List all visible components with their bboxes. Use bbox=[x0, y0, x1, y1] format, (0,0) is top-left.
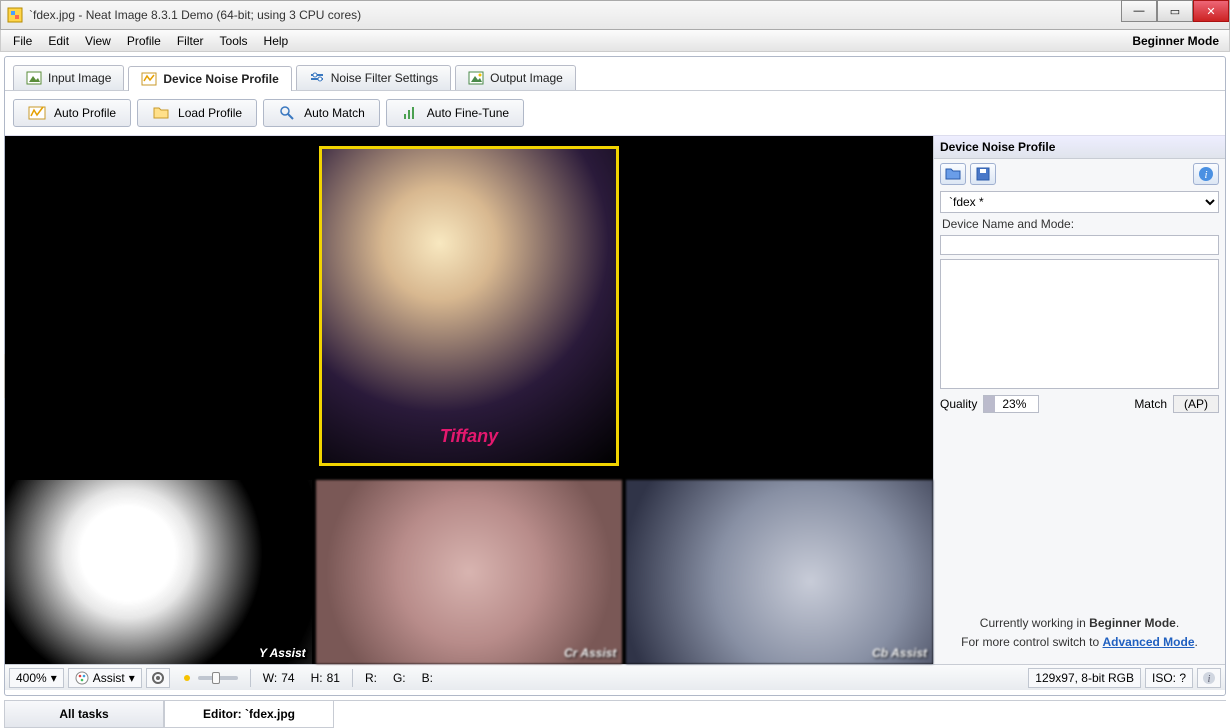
menu-profile[interactable]: Profile bbox=[119, 32, 169, 50]
info-button[interactable]: i bbox=[1193, 163, 1219, 185]
pixel-r: R: bbox=[359, 669, 383, 687]
match-label: Match bbox=[1134, 397, 1167, 411]
task-tabs: All tasks Editor: `fdex.jpg bbox=[4, 700, 1226, 728]
cb-assist-panel[interactable]: Cb Assist bbox=[626, 480, 933, 664]
gear-icon bbox=[151, 671, 165, 685]
image-icon bbox=[26, 70, 42, 86]
maximize-button[interactable]: ▭ bbox=[1157, 0, 1193, 22]
auto-profile-button[interactable]: Auto Profile bbox=[13, 99, 131, 127]
save-profile-button[interactable] bbox=[970, 163, 996, 185]
tab-input-image[interactable]: Input Image bbox=[13, 65, 124, 90]
brightness-slider[interactable] bbox=[174, 669, 244, 687]
titlebar: `fdex.jpg - Neat Image 8.3.1 Demo (64-bi… bbox=[0, 0, 1230, 30]
main-frame: ▶ Input Image Device Noise Profile Noise… bbox=[4, 56, 1226, 696]
svg-text:i: i bbox=[1204, 169, 1207, 181]
window-title: `fdex.jpg - Neat Image 8.3.1 Demo (64-bi… bbox=[29, 8, 1121, 22]
svg-text:i: i bbox=[1208, 674, 1211, 685]
status-bar: 400% ▾ Assist ▾ W:74 H:81 R: G: B: 129x9… bbox=[5, 664, 1225, 690]
image-dims: 129x97, 8-bit RGB bbox=[1028, 668, 1141, 688]
save-icon bbox=[975, 167, 991, 181]
button-label: Auto Fine-Tune bbox=[427, 106, 509, 120]
quality-value: 23% bbox=[983, 395, 1039, 413]
menu-help[interactable]: Help bbox=[256, 32, 297, 50]
profile-icon bbox=[141, 71, 157, 87]
match-value: (AP) bbox=[1173, 395, 1219, 413]
content-area: Y Assist Cr Assist Cb Assist Device Nois… bbox=[5, 136, 1225, 664]
assist-label: Y Assist bbox=[259, 646, 306, 660]
output-icon bbox=[468, 70, 484, 86]
open-profile-button[interactable] bbox=[940, 163, 966, 185]
assist-label: Cb Assist bbox=[872, 646, 927, 660]
load-profile-button[interactable]: Load Profile bbox=[137, 99, 257, 127]
auto-finetune-button[interactable]: Auto Fine-Tune bbox=[386, 99, 524, 127]
tab-all-tasks[interactable]: All tasks bbox=[4, 701, 164, 728]
profile-select[interactable]: `fdex * bbox=[940, 191, 1219, 213]
menu-view[interactable]: View bbox=[77, 32, 119, 50]
top-tabs: Input Image Device Noise Profile Noise F… bbox=[5, 57, 1225, 91]
selection-box[interactable] bbox=[319, 146, 619, 466]
close-button[interactable]: ✕ bbox=[1193, 0, 1229, 22]
sun-icon bbox=[180, 671, 194, 685]
button-label: Auto Match bbox=[304, 106, 365, 120]
tab-editor[interactable]: Editor: `fdex.jpg bbox=[164, 701, 334, 728]
chevron-down-icon: ▾ bbox=[51, 671, 57, 685]
device-name-label: Device Name and Mode: bbox=[934, 215, 1225, 233]
button-label: Auto Profile bbox=[54, 106, 116, 120]
chevron-down-icon: ▾ bbox=[129, 671, 135, 685]
auto-match-button[interactable]: Auto Match bbox=[263, 99, 380, 127]
folder-open-icon bbox=[152, 104, 170, 122]
preview-margin-left bbox=[5, 136, 115, 476]
mode-indicator[interactable]: Beginner Mode bbox=[1132, 34, 1225, 48]
profile-notes[interactable] bbox=[940, 259, 1219, 389]
assist-row: Y Assist Cr Assist Cb Assist bbox=[5, 476, 933, 664]
tab-label: Input Image bbox=[48, 71, 111, 85]
menu-edit[interactable]: Edit bbox=[40, 32, 77, 50]
finetune-icon bbox=[401, 104, 419, 122]
zoom-select[interactable]: 400% ▾ bbox=[9, 668, 64, 688]
advanced-mode-link[interactable]: Advanced Mode bbox=[1103, 635, 1195, 649]
tab-label: Device Noise Profile bbox=[163, 72, 278, 86]
selection-height: H:81 bbox=[305, 669, 346, 687]
auto-profile-icon bbox=[28, 104, 46, 122]
info-icon: i bbox=[1202, 671, 1216, 685]
menu-filter[interactable]: Filter bbox=[169, 32, 212, 50]
image-iso: ISO: ? bbox=[1145, 668, 1193, 688]
assist-label: Cr Assist bbox=[564, 646, 616, 660]
view-mode-select[interactable]: Assist ▾ bbox=[68, 668, 142, 688]
menubar: File Edit View Profile Filter Tools Help… bbox=[0, 30, 1230, 52]
mode-hint: Currently working in Beginner Mode. For … bbox=[934, 602, 1225, 664]
tab-noise-filter-settings[interactable]: Noise Filter Settings bbox=[296, 65, 451, 90]
preview-margin-right bbox=[833, 136, 933, 476]
pixel-g: G: bbox=[387, 669, 412, 687]
y-assist-panel[interactable]: Y Assist bbox=[5, 480, 312, 664]
auto-match-icon bbox=[278, 104, 296, 122]
preview-panel[interactable] bbox=[5, 136, 933, 476]
menu-tools[interactable]: Tools bbox=[212, 32, 256, 50]
quality-label: Quality bbox=[940, 397, 977, 411]
folder-icon bbox=[945, 167, 961, 181]
tab-device-noise-profile[interactable]: Device Noise Profile bbox=[128, 66, 291, 91]
profile-toolbar: Auto Profile Load Profile Auto Match Aut… bbox=[5, 91, 1225, 136]
cr-assist-panel[interactable]: Cr Assist bbox=[316, 480, 623, 664]
app-icon bbox=[7, 7, 23, 23]
tab-label: Noise Filter Settings bbox=[331, 71, 438, 85]
panel-title: Device Noise Profile bbox=[934, 136, 1225, 159]
tab-output-image[interactable]: Output Image bbox=[455, 65, 576, 90]
button-label: Load Profile bbox=[178, 106, 242, 120]
settings-icon bbox=[309, 70, 325, 86]
device-name-input[interactable] bbox=[940, 235, 1219, 255]
palette-icon bbox=[75, 671, 89, 685]
minimize-button[interactable]: — bbox=[1121, 0, 1157, 22]
info-small-button[interactable]: i bbox=[1197, 668, 1221, 688]
tab-label: Output Image bbox=[490, 71, 563, 85]
image-viewer: Y Assist Cr Assist Cb Assist bbox=[5, 136, 933, 664]
gear-button[interactable] bbox=[146, 668, 170, 688]
window-buttons: — ▭ ✕ bbox=[1121, 1, 1229, 29]
selection-width: W:74 bbox=[257, 669, 301, 687]
info-icon: i bbox=[1198, 166, 1214, 182]
menu-file[interactable]: File bbox=[5, 32, 40, 50]
device-noise-profile-panel: Device Noise Profile i `fdex * Device Na… bbox=[933, 136, 1225, 664]
pixel-b: B: bbox=[416, 669, 439, 687]
